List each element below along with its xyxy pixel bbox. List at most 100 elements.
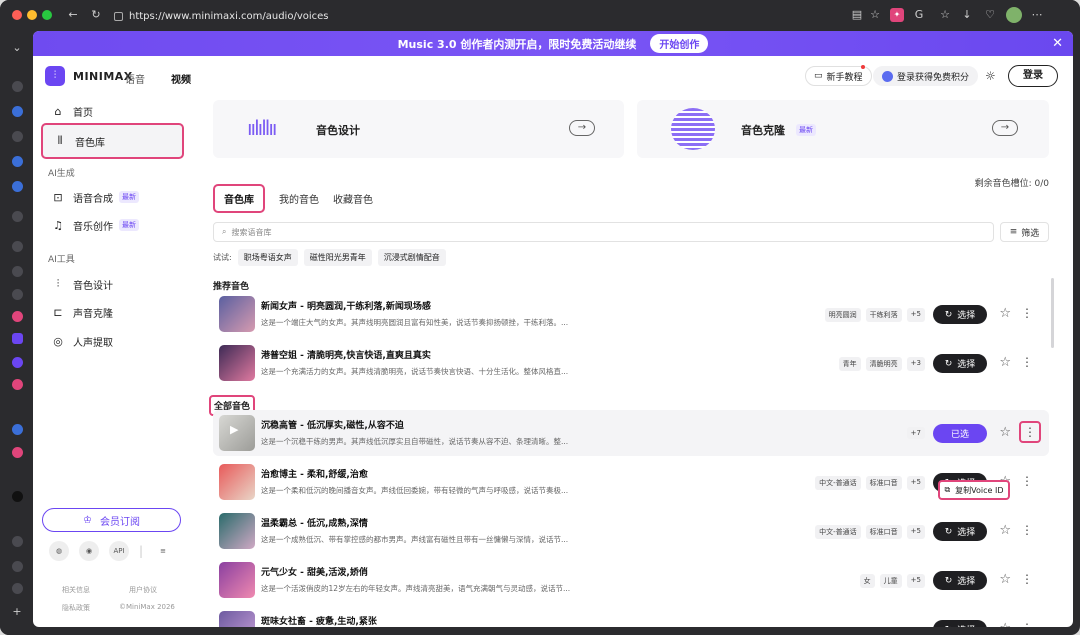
- select-voice-button[interactable]: ↻ 选择: [933, 354, 987, 373]
- tab-favicon[interactable]: [12, 289, 23, 300]
- address-bar[interactable]: https://www.minimaxi.com/audio/voices: [110, 6, 840, 26]
- arrow-right-icon[interactable]: →: [569, 120, 595, 136]
- theme-toggle-icon[interactable]: ☼: [985, 69, 996, 83]
- favorites-icon[interactable]: ☆: [938, 8, 952, 22]
- card-voice-clone[interactable]: 音色克隆 最新 →: [637, 100, 1049, 158]
- more-options-icon[interactable]: ⋮: [1020, 621, 1034, 627]
- tab-favicon[interactable]: [12, 241, 23, 252]
- card-voice-design[interactable]: ıılıllıı 音色设计 →: [213, 100, 624, 158]
- sidebar-item-home[interactable]: ⌂ 首页: [41, 98, 184, 124]
- footer-link[interactable]: 相关信息: [62, 585, 90, 595]
- voice-row[interactable]: 温柔霸总 - 低沉,成熟,深情 这是一个成熟低沉、带有掌控感的都市男声。声线富有…: [213, 508, 1049, 554]
- search-input[interactable]: ⌕ 搜索语音库: [213, 222, 994, 242]
- suggestion-chip[interactable]: 磁性阳光男青年: [303, 249, 372, 266]
- tab-favicon[interactable]: [12, 81, 23, 92]
- bookmark-star-icon[interactable]: ☆: [868, 8, 882, 22]
- tab-favicon[interactable]: [12, 536, 23, 547]
- more-options-icon[interactable]: ⋮: [1020, 523, 1034, 537]
- voice-cover[interactable]: [219, 345, 255, 381]
- sidebar-item-music[interactable]: ♫ 音乐创作 最新: [41, 212, 184, 238]
- voice-row[interactable]: ▶ 沉稳高管 - 低沉厚实,磁性,从容不迫 这是一个沉稳干练的男声。其声线低沉厚…: [213, 410, 1049, 456]
- login-button[interactable]: 登录: [1008, 65, 1058, 87]
- tutorial-button[interactable]: ▭ 新手教程: [805, 66, 872, 86]
- tab-favicon[interactable]: [12, 447, 23, 458]
- voice-row[interactable]: 治愈博主 - 柔和,舒缓,治愈 这是一个柔和低沉的晚间播音女声。声线低回委婉，带…: [213, 459, 1049, 505]
- favorite-star-icon[interactable]: ☆: [999, 621, 1011, 627]
- copy-voice-id-menu[interactable]: ⧉ 复制Voice ID: [938, 480, 1010, 500]
- heart-icon[interactable]: ♡: [983, 8, 997, 22]
- menu-icon[interactable]: ⋯: [1030, 8, 1044, 22]
- voice-cover[interactable]: [219, 562, 255, 598]
- arrow-right-icon[interactable]: →: [992, 120, 1018, 136]
- favorite-star-icon[interactable]: ☆: [999, 355, 1011, 370]
- sidebar-item-voice-library[interactable]: ⫴ 音色库: [41, 123, 184, 159]
- extension-g-icon[interactable]: G: [912, 8, 926, 22]
- nav-voice[interactable]: 语音: [125, 71, 145, 86]
- footer-link[interactable]: 用户协议: [129, 585, 157, 595]
- tab-voice-library[interactable]: 音色库: [213, 183, 265, 213]
- wechat-icon[interactable]: ◉: [79, 541, 99, 561]
- membership-button[interactable]: ♔ 会员订阅: [42, 508, 181, 532]
- new-tab-icon[interactable]: +: [10, 605, 24, 619]
- select-voice-button[interactable]: ↻ 选择: [933, 522, 987, 541]
- chevron-down-icon[interactable]: ⌄: [10, 41, 24, 55]
- footer-link[interactable]: 隐私政策: [62, 603, 90, 613]
- favorite-star-icon[interactable]: ☆: [999, 306, 1011, 321]
- download-icon[interactable]: ↓: [960, 8, 974, 22]
- voice-cover[interactable]: [219, 296, 255, 332]
- tab-favicon[interactable]: [12, 131, 23, 142]
- tab-favicon[interactable]: [12, 266, 23, 277]
- close-icon[interactable]: ✕: [1052, 36, 1063, 51]
- close-window-button[interactable]: [12, 10, 22, 20]
- favorite-star-icon[interactable]: ☆: [999, 572, 1011, 587]
- tab-favicon[interactable]: [12, 311, 23, 322]
- voice-row[interactable]: 港普空姐 - 清脆明亮,快言快语,直爽且真实 这是一个充满活力的女声。其声线清脆…: [213, 340, 1049, 386]
- tab-favicon[interactable]: [12, 181, 23, 192]
- start-creating-button[interactable]: 开始创作: [650, 34, 709, 53]
- filter-button[interactable]: ≡ 筛选: [1000, 222, 1049, 242]
- reload-icon[interactable]: ↻: [89, 8, 103, 22]
- select-voice-button[interactable]: ↻ 选择: [933, 620, 987, 627]
- suggestion-chip[interactable]: 沉浸式剧情配音: [377, 249, 446, 266]
- sidebar-item-vocal-extract[interactable]: ◎ 人声提取: [41, 328, 184, 354]
- tab-favicon-active[interactable]: [12, 333, 23, 344]
- select-voice-button[interactable]: 已选: [933, 424, 987, 443]
- more-options-icon[interactable]: ⋮: [1020, 572, 1034, 586]
- reader-icon[interactable]: ▤: [850, 8, 864, 22]
- select-voice-button[interactable]: ↻ 选择: [933, 571, 987, 590]
- tab-favicon[interactable]: [12, 491, 23, 502]
- voice-row[interactable]: 斑味女社畜 - 疲惫,生动,紧张 ↻ 选择 ☆ ⋮: [213, 606, 1049, 627]
- nav-video[interactable]: 视频: [171, 71, 191, 86]
- minimize-window-button[interactable]: [27, 10, 37, 20]
- scrollbar[interactable]: [1051, 278, 1054, 348]
- voice-row[interactable]: 元气少女 - 甜美,活泼,娇俏 这是一个活泼俏皮的12岁左右的年轻女声。声线清亮…: [213, 557, 1049, 603]
- minimax-logo-icon[interactable]: ⫶: [45, 66, 65, 86]
- suggestion-chip[interactable]: 职场粤语女声: [237, 249, 298, 266]
- tab-favicon[interactable]: [12, 379, 23, 390]
- sidebar-item-voice-design[interactable]: ⫶ 音色设计: [41, 271, 184, 297]
- tab-favicon[interactable]: [12, 106, 23, 117]
- play-icon[interactable]: ▶: [230, 423, 238, 436]
- free-credits-button[interactable]: 登录获得免费积分: [873, 66, 979, 86]
- tab-favicon[interactable]: [12, 583, 23, 594]
- brand-name[interactable]: MINIMAX: [73, 70, 133, 83]
- profile-avatar[interactable]: [1006, 7, 1022, 23]
- voice-row[interactable]: 新闻女声 - 明亮圆润,干练利落,新闻现场感 这是一个端庄大气的女声。其声线明亮…: [213, 291, 1049, 337]
- back-icon[interactable]: ←: [66, 8, 80, 22]
- api-link[interactable]: API: [109, 541, 129, 561]
- discord-icon[interactable]: ◍: [49, 541, 69, 561]
- tab-favicon[interactable]: [12, 156, 23, 167]
- tab-my-voices[interactable]: 我的音色: [279, 191, 319, 206]
- site-info-icon[interactable]: [114, 11, 123, 21]
- more-options-icon[interactable]: ⋮: [1020, 474, 1034, 488]
- sidebar-item-tts[interactable]: ⊡ 语音合成 最新: [41, 184, 184, 210]
- sidebar-item-voice-clone[interactable]: ⊏ 声音克隆: [41, 299, 184, 325]
- maximize-window-button[interactable]: [42, 10, 52, 20]
- voice-cover[interactable]: [219, 513, 255, 549]
- tab-favorites[interactable]: 收藏音色: [333, 191, 373, 206]
- more-options-icon[interactable]: ⋮: [1019, 421, 1041, 443]
- more-options-icon[interactable]: ⋮: [1020, 355, 1034, 369]
- more-options-icon[interactable]: ⋮: [1020, 306, 1034, 320]
- tab-favicon[interactable]: [12, 211, 23, 222]
- voice-cover[interactable]: [219, 464, 255, 500]
